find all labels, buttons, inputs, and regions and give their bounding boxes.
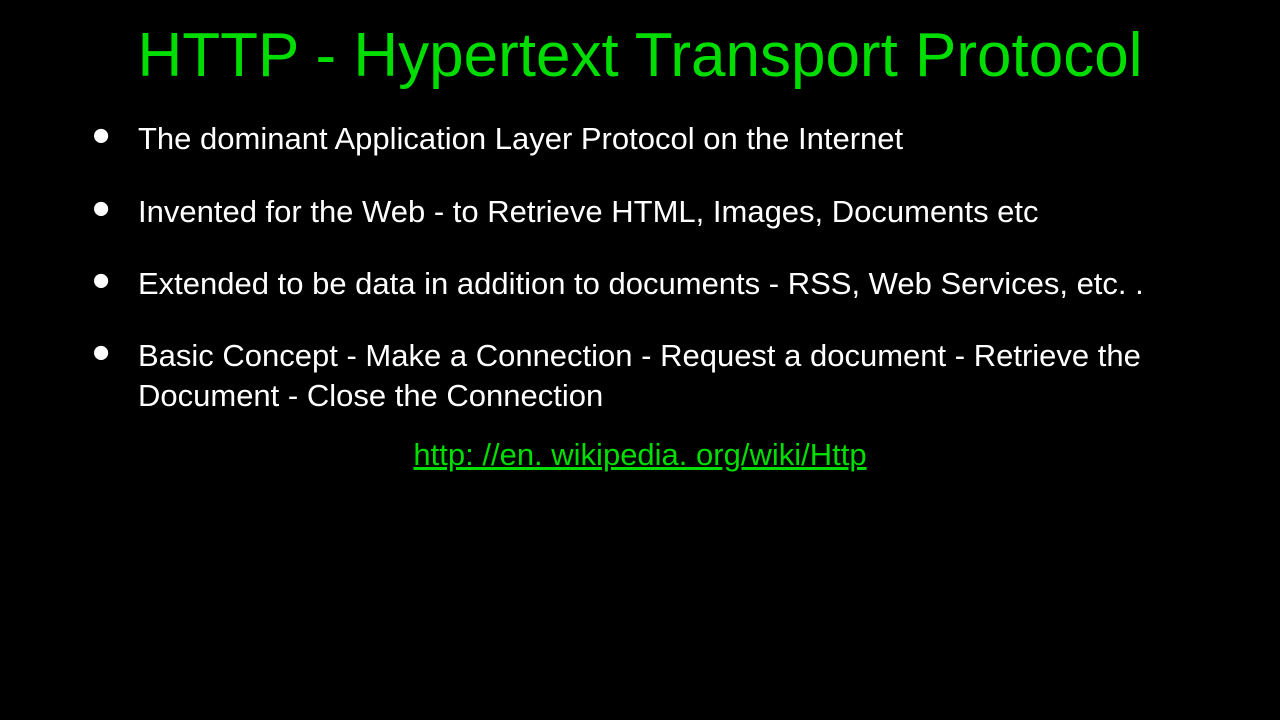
bullet-item: Extended to be data in addition to docum… [110,264,1220,304]
slide: HTTP - Hypertext Transport Protocol The … [0,0,1280,720]
link-row: http: //en. wikipedia. org/wiki/Http [60,437,1220,473]
slide-title: HTTP - Hypertext Transport Protocol [60,20,1220,91]
bullet-item: The dominant Application Layer Protocol … [110,119,1220,159]
bullet-item: Basic Concept - Make a Connection - Requ… [110,336,1220,417]
bullet-list: The dominant Application Layer Protocol … [60,119,1220,416]
bullet-item: Invented for the Web - to Retrieve HTML,… [110,192,1220,232]
reference-link[interactable]: http: //en. wikipedia. org/wiki/Http [413,437,866,472]
